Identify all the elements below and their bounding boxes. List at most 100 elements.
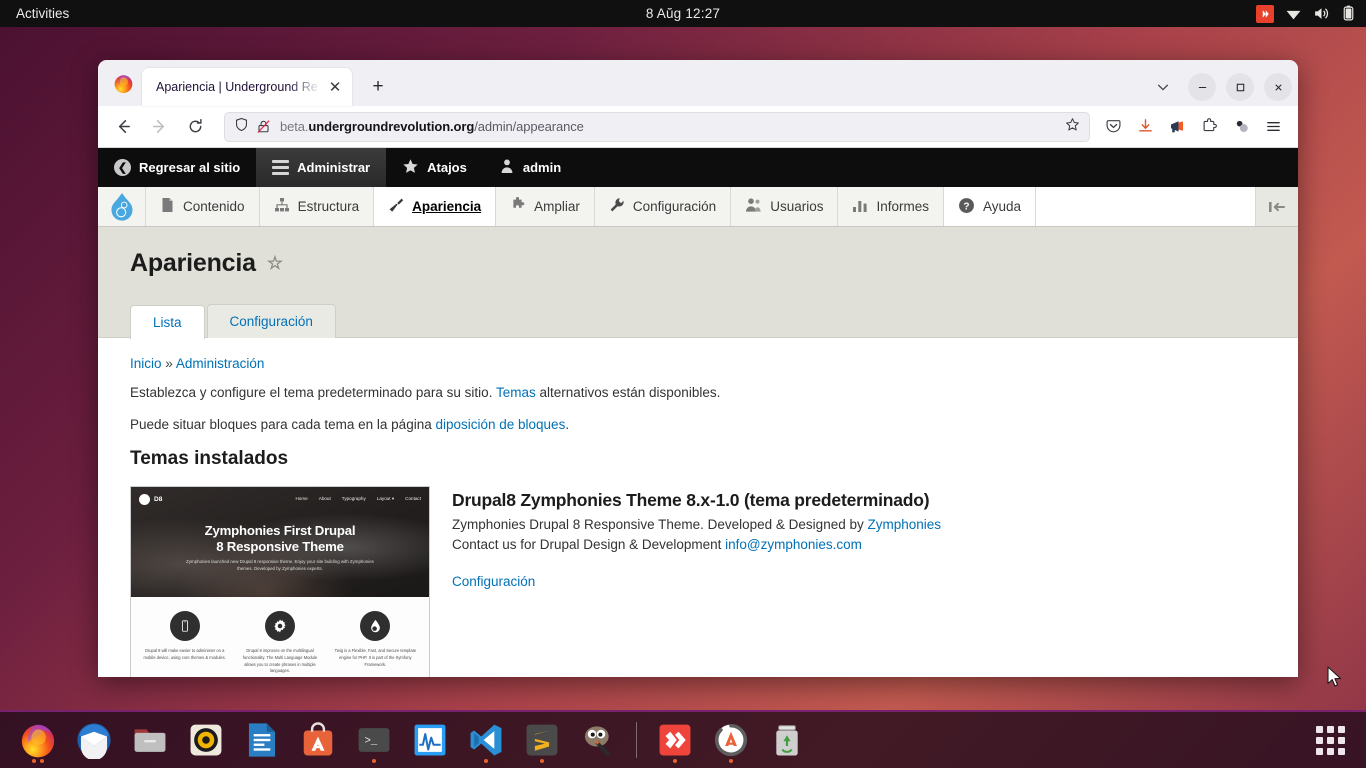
- account-icon[interactable]: [1226, 112, 1256, 142]
- zymphonies-link[interactable]: Zymphonies: [867, 517, 941, 532]
- forward-button[interactable]: [144, 112, 174, 142]
- volume-icon[interactable]: [1313, 5, 1330, 22]
- drupal-admin-toolbar: ❮ Regresar al sitio Administrar Atajos a…: [98, 148, 1298, 187]
- paintbrush-icon: [388, 197, 404, 216]
- screenshot-feature-text: Twig is a Flexible, Fast, and Secure tem…: [334, 648, 417, 667]
- intro-2-after: .: [565, 417, 570, 433]
- menu-item-structure[interactable]: Estructura: [259, 187, 375, 226]
- toolbar-item-shortcuts[interactable]: Atajos: [386, 148, 483, 187]
- pocket-icon[interactable]: [1098, 112, 1128, 142]
- running-indicator: [540, 759, 544, 763]
- block-layout-link[interactable]: diposición de bloques: [435, 417, 565, 432]
- window-close-button[interactable]: [1264, 73, 1292, 101]
- url-bar[interactable]: beta.undergroundrevolution.org/admin/app…: [224, 111, 1090, 142]
- tab-list[interactable]: Lista: [130, 305, 205, 339]
- menu-filler: [1036, 187, 1256, 226]
- clock[interactable]: 8 Aŭg 12:27: [646, 6, 720, 21]
- mouse-cursor: [1327, 666, 1343, 695]
- intro-1-before: Establezca y configure el tema predeterm…: [130, 385, 496, 400]
- menu-item-reports[interactable]: Informes: [838, 187, 945, 226]
- toolbar-item-account[interactable]: admin: [483, 148, 577, 187]
- menu-item-people[interactable]: Usuarios: [731, 187, 839, 226]
- minimize-button[interactable]: [1188, 73, 1216, 101]
- menu-label-structure: Estructura: [297, 199, 360, 214]
- megaphone-icon[interactable]: [1162, 112, 1192, 142]
- screenshot-hero-sub: Zymphonies launched new Drupal 8 respons…: [186, 559, 374, 572]
- toolbar-label-shortcuts: Atajos: [427, 160, 467, 175]
- chevron-down-icon[interactable]: [1148, 72, 1178, 102]
- wrench-icon: [609, 197, 625, 216]
- dock-app-files[interactable]: [126, 716, 174, 764]
- dock-app-vscode[interactable]: [462, 716, 510, 764]
- favorite-star-icon[interactable]: ☆: [267, 253, 283, 274]
- dock-app-rhythmbox[interactable]: [182, 716, 230, 764]
- document-icon: [160, 197, 175, 216]
- theme-description: Zymphonies Drupal 8 Responsive Theme. De…: [452, 515, 941, 554]
- lock-broken-icon[interactable]: [256, 119, 271, 134]
- breadcrumb-admin[interactable]: Administración: [176, 356, 265, 371]
- maximize-button[interactable]: [1226, 73, 1254, 101]
- toolbar-item-back-to-site[interactable]: ❮ Regresar al sitio: [98, 148, 256, 187]
- toolbar-item-manage[interactable]: Administrar: [256, 148, 387, 187]
- gear-icon: [264, 611, 295, 642]
- show-applications-button[interactable]: [1308, 718, 1352, 762]
- running-indicator: [372, 759, 376, 763]
- screenshot-brand-dot: [139, 493, 150, 505]
- dock-app-system-monitor[interactable]: [406, 716, 454, 764]
- new-tab-button[interactable]: +: [362, 71, 394, 103]
- dock-app-trash[interactable]: [763, 716, 811, 764]
- bookmark-star-icon[interactable]: [1065, 117, 1080, 137]
- people-icon: [745, 197, 762, 216]
- breadcrumb-home[interactable]: Inicio: [130, 356, 162, 371]
- menu-item-content[interactable]: Contenido: [146, 187, 260, 226]
- screenshot-feature-text: Drupal 8 will make easier to administer …: [143, 648, 226, 660]
- browser-tab[interactable]: Apariencia | Underground Re ✕: [142, 68, 352, 106]
- dock-app-gimp[interactable]: [574, 716, 622, 764]
- dock-app-libreoffice-writer[interactable]: [238, 716, 286, 764]
- toolbar-collapse-button[interactable]: [1256, 187, 1298, 226]
- dock-app-sublime-text[interactable]: [518, 716, 566, 764]
- question-circle-icon: ?: [958, 197, 975, 217]
- menu-item-appearance[interactable]: Apariencia: [374, 187, 497, 226]
- dock-app-terminal[interactable]: >_: [350, 716, 398, 764]
- tab-settings[interactable]: Configuración: [206, 304, 336, 338]
- menu-item-configuration[interactable]: Configuración: [594, 187, 732, 226]
- theme-settings-link[interactable]: Configuración: [452, 574, 535, 589]
- theme-desc-line1-before: Zymphonies Drupal 8 Responsive Theme. De…: [452, 517, 868, 533]
- page-title-text: Apariencia: [130, 249, 256, 277]
- dock-app-thunderbird[interactable]: [70, 716, 118, 764]
- back-button[interactable]: [108, 112, 138, 142]
- drupal-logo[interactable]: [98, 187, 146, 226]
- intro-paragraph-2: Puede situar bloques para cada tema en l…: [130, 416, 1266, 434]
- downloads-icon[interactable]: [1130, 112, 1160, 142]
- extension-icon[interactable]: [1194, 112, 1224, 142]
- screenshot-feature: Drupal 8 improves on the multilingual fu…: [232, 611, 327, 677]
- battery-icon[interactable]: [1341, 5, 1356, 22]
- screenshot-brand: D8: [139, 493, 162, 505]
- menu-label-appearance: Apariencia: [412, 199, 482, 214]
- page-tabs: Lista Configuración: [130, 304, 1266, 339]
- dock-app-software-updater[interactable]: [707, 716, 755, 764]
- shield-icon[interactable]: [234, 117, 249, 137]
- close-icon[interactable]: ✕: [326, 78, 344, 96]
- dock-app-ubuntu-software[interactable]: [294, 716, 342, 764]
- gnome-top-bar: Activities 8 Aŭg 12:27: [0, 0, 1366, 27]
- circle-left-icon: ❮: [114, 159, 131, 176]
- menu-item-help[interactable]: ? Ayuda: [944, 187, 1037, 226]
- wifi-icon[interactable]: [1285, 5, 1302, 22]
- dock-app-anydesk[interactable]: [651, 716, 699, 764]
- theme-email-link[interactable]: info@zymphonies.com: [725, 537, 862, 552]
- window-controls: [1148, 72, 1292, 102]
- activities-button[interactable]: Activities: [16, 6, 69, 21]
- anydesk-tray-icon[interactable]: [1256, 4, 1274, 23]
- toolbar-label-account: admin: [522, 160, 562, 175]
- theme-screenshot[interactable]: D8 Home About Typography Layout ▾ Contac…: [130, 486, 430, 677]
- menu-item-extend[interactable]: Ampliar: [496, 187, 595, 226]
- user-icon: [499, 158, 515, 177]
- intro-paragraph-1: Establezca y configure el tema predeterm…: [130, 384, 1266, 402]
- themes-link[interactable]: Temas: [496, 385, 536, 400]
- mobile-icon: [169, 611, 200, 642]
- dock-app-firefox[interactable]: [14, 716, 62, 764]
- reload-button[interactable]: [180, 112, 210, 142]
- menu-icon[interactable]: [1258, 112, 1288, 142]
